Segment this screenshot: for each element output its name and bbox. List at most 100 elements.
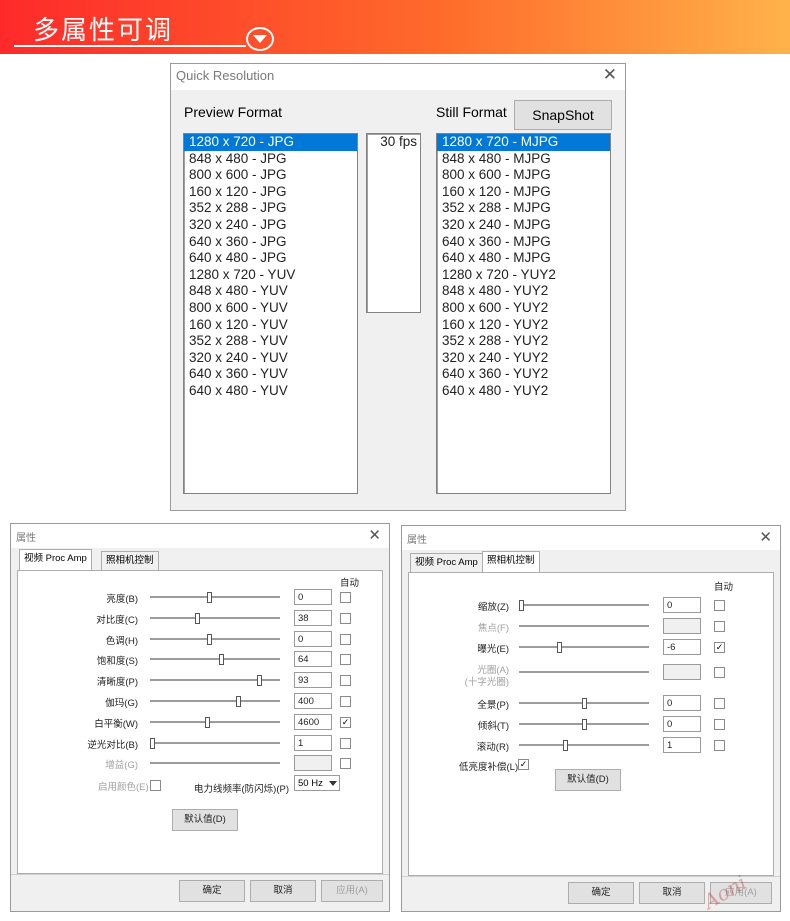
ok-button[interactable]: 确定 [568, 882, 634, 904]
list-item[interactable]: 352 x 288 - YUV [184, 333, 357, 350]
close-icon[interactable]: ✕ [368, 526, 381, 544]
powerline-select[interactable]: 50 Hz [294, 775, 340, 791]
list-item[interactable]: 800 x 600 - JPG [184, 167, 357, 184]
slider-track[interactable] [150, 720, 280, 724]
slider-thumb[interactable] [519, 600, 524, 611]
slider-track[interactable] [150, 762, 280, 766]
list-item[interactable]: 640 x 360 - JPG [184, 234, 357, 251]
list-item[interactable]: 30 fps [367, 134, 420, 151]
list-item[interactable]: 160 x 120 - YUV [184, 317, 357, 334]
list-item[interactable]: 160 x 120 - JPG [184, 184, 357, 201]
ok-button[interactable]: 确定 [179, 880, 245, 902]
preview-format-list[interactable]: 1280 x 720 - JPG 848 x 480 - JPG 800 x 600… [183, 133, 358, 494]
slider-thumb[interactable] [205, 716, 211, 728]
value-field[interactable]: -6 [663, 639, 701, 655]
auto-checkbox[interactable] [714, 667, 725, 678]
list-item[interactable]: 352 x 288 - JPG [184, 200, 357, 217]
tab-camera-control[interactable]: 照相机控制 [482, 551, 540, 572]
list-item[interactable]: 848 x 480 - YUY2 [437, 283, 610, 300]
close-icon[interactable]: ✕ [603, 65, 617, 85]
value-field[interactable] [663, 664, 701, 680]
auto-checkbox[interactable] [340, 612, 351, 624]
list-item[interactable]: 640 x 360 - MJPG [437, 234, 610, 251]
auto-checkbox[interactable] [340, 675, 351, 687]
value-field[interactable]: 0 [294, 630, 332, 647]
slider-thumb[interactable] [195, 612, 201, 624]
auto-checkbox[interactable] [714, 621, 725, 632]
value-field[interactable] [663, 618, 701, 634]
snapshot-button[interactable]: SnapShot [514, 100, 612, 130]
slider-thumb[interactable] [582, 698, 587, 709]
value-field[interactable]: 93 [294, 672, 332, 689]
slider-thumb[interactable] [206, 592, 212, 603]
slider-track[interactable] [150, 700, 280, 703]
auto-checkbox[interactable] [340, 758, 351, 770]
list-item[interactable]: 160 x 120 - YUY2 [437, 317, 610, 334]
auto-checkbox[interactable] [340, 737, 351, 749]
slider-thumb[interactable] [150, 737, 155, 749]
list-item[interactable]: 1280 x 720 - YUY2 [437, 267, 610, 284]
list-item[interactable]: 640 x 360 - YUV [184, 366, 357, 383]
list-item[interactable]: 640 x 480 - MJPG [437, 250, 610, 267]
list-item[interactable]: 800 x 600 - MJPG [437, 167, 610, 184]
slider-track[interactable] [150, 596, 280, 599]
apply-button[interactable]: 应用(A) [321, 880, 383, 902]
auto-checkbox[interactable] [340, 592, 351, 603]
value-field[interactable] [294, 755, 332, 772]
list-item[interactable]: 640 x 480 - YUY2 [437, 383, 610, 400]
list-item[interactable]: 640 x 480 - YUV [184, 383, 357, 400]
tab-video-proc-amp[interactable]: 视频 Proc Amp [19, 549, 92, 570]
list-item[interactable]: 800 x 600 - YUV [184, 300, 357, 317]
list-item[interactable]: 848 x 480 - MJPG [437, 151, 610, 168]
slider-thumb[interactable] [556, 642, 562, 653]
close-icon[interactable]: ✕ [759, 528, 772, 546]
auto-checkbox[interactable] [340, 696, 351, 707]
list-item[interactable]: 1280 x 720 - YUV [184, 267, 357, 284]
value-field[interactable]: 64 [294, 651, 332, 668]
auto-checkbox[interactable]: ✓ [340, 716, 351, 728]
slider-thumb[interactable] [206, 633, 212, 645]
list-item[interactable]: 640 x 360 - YUY2 [437, 366, 610, 383]
auto-checkbox[interactable]: ✓ [714, 642, 725, 653]
cancel-button[interactable]: 取消 [250, 880, 316, 902]
slider-track[interactable] [519, 625, 649, 628]
tab-camera-control[interactable]: 照相机控制 [101, 551, 159, 570]
list-item[interactable]: 848 x 480 - JPG [184, 151, 357, 168]
value-field[interactable]: 38 [294, 609, 332, 626]
list-item[interactable]: 320 x 240 - JPG [184, 217, 357, 234]
slider-track[interactable] [150, 741, 280, 745]
auto-checkbox[interactable] [714, 719, 725, 730]
list-item[interactable]: 352 x 288 - MJPG [437, 200, 610, 217]
slider-track[interactable] [150, 616, 280, 620]
auto-checkbox[interactable] [714, 698, 725, 709]
slider-thumb[interactable] [219, 654, 225, 666]
auto-checkbox[interactable] [340, 654, 351, 666]
auto-checkbox[interactable] [714, 740, 725, 751]
slider-track[interactable] [519, 646, 649, 649]
slider-thumb[interactable] [257, 675, 263, 687]
value-field[interactable]: 0 [663, 597, 701, 613]
default-button[interactable]: 默认值(D) [172, 809, 238, 831]
value-field[interactable]: 1 [294, 734, 332, 751]
slider-thumb[interactable] [235, 696, 241, 707]
list-item[interactable]: 848 x 480 - YUV [184, 283, 357, 300]
value-field[interactable]: 1 [663, 737, 701, 753]
list-item[interactable]: 1280 x 720 - MJPG [437, 134, 610, 151]
slider-track[interactable] [150, 637, 280, 641]
list-item[interactable]: 320 x 240 - YUV [184, 350, 357, 367]
list-item[interactable]: 1280 x 720 - JPG [184, 134, 357, 151]
color-enable-checkbox[interactable] [150, 780, 161, 791]
list-item[interactable]: 640 x 480 - JPG [184, 250, 357, 267]
list-item[interactable]: 800 x 600 - YUY2 [437, 300, 610, 317]
slider-track[interactable] [519, 744, 649, 747]
low-light-checkbox[interactable]: ✓ [518, 759, 529, 770]
tab-video-proc-amp[interactable]: 视频 Proc Amp [410, 553, 483, 572]
auto-checkbox[interactable] [340, 633, 351, 645]
list-item[interactable]: 352 x 288 - YUY2 [437, 333, 610, 350]
list-item[interactable]: 160 x 120 - MJPG [437, 184, 610, 201]
auto-checkbox[interactable] [714, 600, 725, 611]
cancel-button[interactable]: 取消 [639, 882, 705, 904]
slider-track[interactable] [519, 604, 649, 607]
value-field[interactable]: 400 [294, 693, 332, 709]
list-item[interactable]: 320 x 240 - YUY2 [437, 350, 610, 367]
